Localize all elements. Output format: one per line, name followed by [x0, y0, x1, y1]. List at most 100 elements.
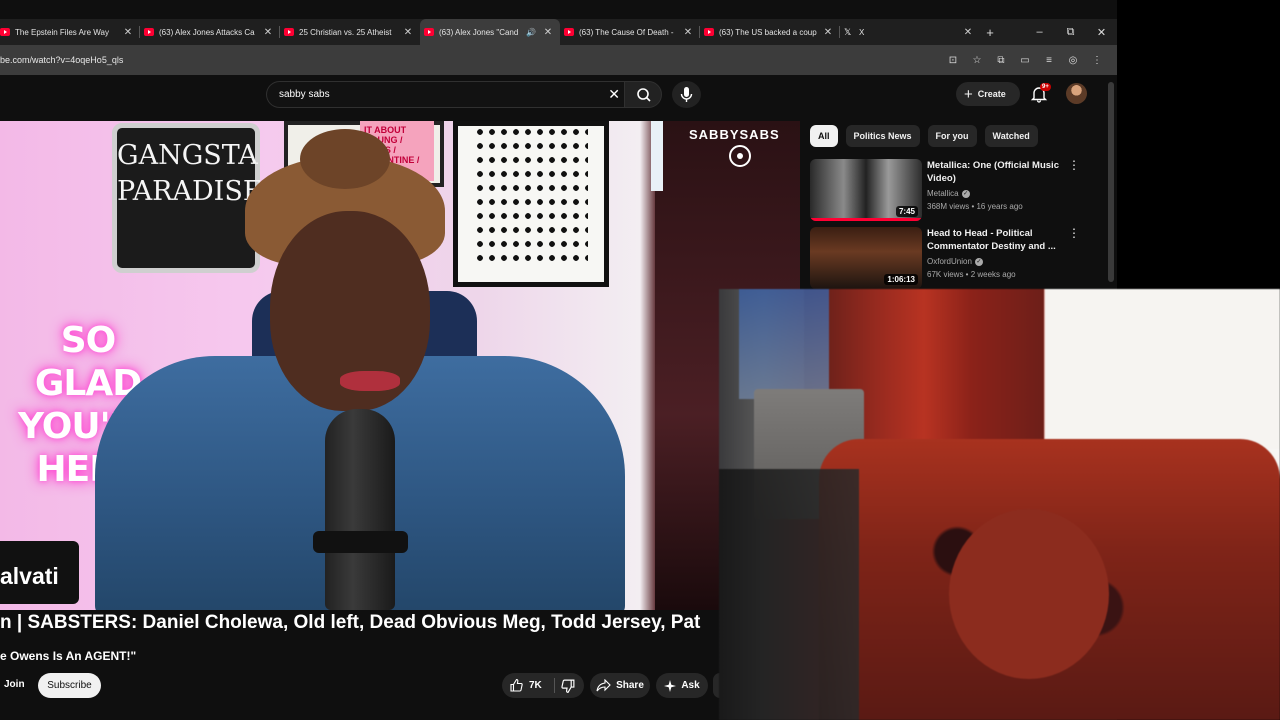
- page-scrollbar[interactable]: [1108, 82, 1114, 282]
- media-control-icon[interactable]: ≡: [1037, 55, 1061, 66]
- join-button[interactable]: Join: [0, 673, 33, 698]
- more-options-icon[interactable]: ⋮: [1068, 159, 1080, 171]
- microphone-icon: [680, 87, 693, 102]
- bookmark-star-icon[interactable]: ☆: [965, 55, 989, 66]
- webcam-blue-object: [739, 289, 829, 399]
- thumbs-up-icon: [510, 678, 523, 692]
- tab-2[interactable]: 25 Christian vs. 25 Atheist ✕: [280, 19, 420, 45]
- window-controls: – ⧉ ✕: [1024, 19, 1117, 45]
- like-count: 7K: [529, 680, 542, 691]
- voice-search-button[interactable]: [672, 81, 701, 108]
- channel-name-text: Metallica: [927, 189, 959, 198]
- verified-check-icon: ✓: [974, 257, 983, 266]
- sparkle-icon: [664, 679, 677, 692]
- speaker-icon[interactable]: 🔊: [526, 28, 536, 37]
- tab-close-icon[interactable]: ✕: [262, 27, 274, 38]
- share-label: Share: [616, 680, 644, 691]
- channel-watermark: SABBYSABS: [689, 127, 780, 142]
- webcam-pillow: [949, 509, 1109, 679]
- video-host-lips: [340, 371, 400, 391]
- notification-count-badge: 9+: [1040, 83, 1051, 91]
- profile-icon[interactable]: ◎: [1061, 55, 1085, 66]
- video-player[interactable]: GANGSTA PARADISE IT ABOUT COUNG / DAVIS …: [0, 121, 800, 610]
- chip-for-you[interactable]: For you: [927, 125, 977, 147]
- tab-close-icon[interactable]: ✕: [822, 27, 834, 38]
- address-bar-icons: ⊡ ☆ ⧉ ▭ ≡ ◎ ⋮: [941, 55, 1117, 66]
- tab-title: X: [859, 27, 865, 37]
- x-logo-icon: 𝕏: [844, 27, 852, 37]
- youtube-icon: [144, 28, 154, 36]
- channel-name[interactable]: OxfordUnion ✓: [927, 257, 983, 266]
- channel-name[interactable]: Metallica ✓: [927, 189, 970, 198]
- tab-title: (63) Alex Jones Attacks Ca: [159, 27, 255, 37]
- youtube-icon: [0, 28, 10, 36]
- video-title: n | SABSTERS: Daniel Cholewa, Old left, …: [0, 612, 701, 633]
- youtube-icon: [564, 28, 574, 36]
- thumbs-down-icon[interactable]: [560, 678, 576, 694]
- search-box[interactable]: sabby sabs ✕: [266, 81, 628, 108]
- youtube-icon: [424, 28, 434, 36]
- webcam-shadow: [719, 469, 859, 720]
- chip-politics-news[interactable]: Politics News: [845, 125, 920, 147]
- video-actions-row: Join Subscribe 7K Share Ask: [0, 673, 720, 699]
- tab-0[interactable]: The Epstein Files Are Way ✕: [0, 19, 140, 45]
- video-host-bun: [300, 129, 390, 189]
- video-meta: 67K views • 2 weeks ago: [927, 270, 1016, 279]
- video-microphone-mount: [313, 531, 408, 553]
- tab-close-icon[interactable]: ✕: [682, 27, 694, 38]
- like-divider: [554, 678, 555, 693]
- more-options-icon[interactable]: ⋮: [1068, 227, 1080, 239]
- lower-third-name: alvati: [0, 541, 79, 604]
- like-dislike-group: 7K: [502, 673, 584, 698]
- tab-close-icon[interactable]: ✕: [542, 27, 554, 38]
- video-chalkboard-sign: GANGSTA PARADISE: [112, 123, 263, 273]
- maximize-button[interactable]: ⧉: [1055, 26, 1086, 39]
- browser-menu-icon[interactable]: ⋮: [1085, 55, 1109, 66]
- video-thumbnail[interactable]: 1:06:13: [810, 227, 922, 289]
- webcam-overlay: [719, 289, 1280, 720]
- video-duration: 7:45: [895, 206, 918, 217]
- share-arrow-icon: [596, 679, 611, 692]
- youtube-icon: [704, 28, 714, 36]
- tab-close-icon[interactable]: ✕: [122, 27, 134, 38]
- chip-watched[interactable]: Watched: [984, 125, 1038, 147]
- tab-1[interactable]: (63) Alex Jones Attacks Ca ✕: [140, 19, 280, 45]
- tab-close-icon[interactable]: ✕: [962, 27, 974, 38]
- clear-search-icon[interactable]: ✕: [608, 86, 620, 103]
- tab-4[interactable]: (63) The Cause Of Death - ✕: [560, 19, 700, 45]
- install-app-icon[interactable]: ⊡: [941, 55, 965, 66]
- tab-5[interactable]: (63) The US backed a coup ✕: [700, 19, 840, 45]
- tab-title: 25 Christian vs. 25 Atheist: [299, 27, 392, 37]
- new-tab-button[interactable]: +: [980, 25, 1000, 40]
- minimize-button[interactable]: –: [1024, 26, 1055, 38]
- youtube-icon: [284, 28, 294, 36]
- video-title[interactable]: Metallica: One (Official Music Video): [927, 159, 1062, 185]
- video-title[interactable]: Head to Head - Political Commentator Des…: [927, 227, 1062, 253]
- subscribe-button[interactable]: Subscribe: [38, 673, 101, 698]
- tab-6[interactable]: 𝕏 X ✕: [840, 19, 980, 45]
- recommendation-item[interactable]: 1:06:13 Head to Head - Political Comment…: [810, 227, 1090, 289]
- account-avatar[interactable]: [1066, 83, 1087, 104]
- watch-progress-bar: [810, 218, 922, 221]
- tab-title: (63) Alex Jones "Cand: [439, 27, 519, 37]
- ask-label: Ask: [681, 680, 700, 691]
- chip-all[interactable]: All: [810, 125, 838, 147]
- url-field[interactable]: be.com/watch?v=4oqeHo5_qls: [0, 55, 941, 65]
- close-window-button[interactable]: ✕: [1086, 26, 1117, 39]
- video-thumbnail[interactable]: 7:45: [810, 159, 922, 221]
- search-button[interactable]: [624, 81, 662, 108]
- tab-title: (63) The US backed a coup: [719, 27, 817, 37]
- search-input[interactable]: sabby sabs: [279, 89, 330, 100]
- video-duration: 1:06:13: [884, 274, 918, 285]
- tab-close-icon[interactable]: ✕: [402, 27, 414, 38]
- share-button[interactable]: Share: [590, 673, 650, 698]
- tab-3-active[interactable]: (63) Alex Jones "Cand 🔊 ✕: [420, 19, 560, 45]
- create-label: Create: [977, 89, 1006, 99]
- like-button[interactable]: 7K: [509, 673, 542, 698]
- ask-button[interactable]: Ask: [656, 673, 708, 698]
- create-button[interactable]: + Create: [956, 82, 1020, 106]
- video-meta: 368M views • 16 years ago: [927, 202, 1023, 211]
- split-view-icon[interactable]: ▭: [1013, 55, 1037, 66]
- recommendation-item[interactable]: 7:45 Metallica: One (Official Music Vide…: [810, 159, 1090, 221]
- extensions-icon[interactable]: ⧉: [989, 55, 1013, 66]
